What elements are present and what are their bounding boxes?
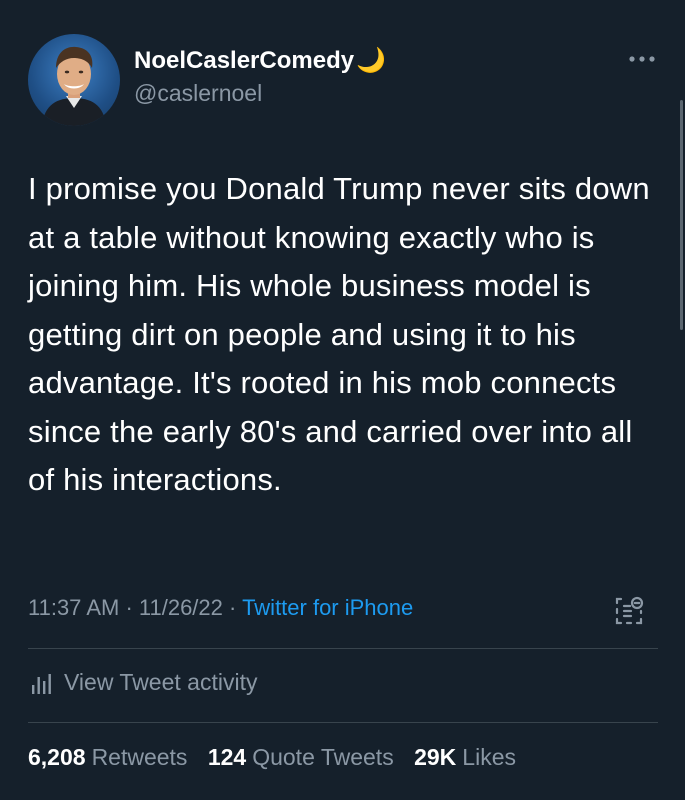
meta-separator: · <box>119 595 139 620</box>
tweet-source-link[interactable]: Twitter for iPhone <box>242 595 413 620</box>
tweet-metadata: 11:37 AM · 11/26/22 · Twitter for iPhone <box>28 595 413 621</box>
view-tweet-activity-label: View Tweet activity <box>64 669 258 695</box>
tweet-text: I promise you Donald Trump never sits do… <box>28 171 650 497</box>
meta-separator: · <box>222 595 243 620</box>
view-tweet-activity-link[interactable]: View Tweet activity <box>30 669 257 696</box>
retweets-count: 6,208 <box>28 744 86 770</box>
retweets-stat[interactable]: 6,208 Retweets <box>28 744 187 770</box>
likes-label: Likes <box>462 744 516 770</box>
likes-count: 29K <box>414 744 457 770</box>
crescent-moon-icon: 🌙 <box>356 47 386 74</box>
scrollbar[interactable] <box>680 100 683 330</box>
display-name[interactable]: NoelCaslerComedy🌙 <box>134 46 386 75</box>
analytics-icon <box>30 671 54 695</box>
quote-tweets-label: Quote Tweets <box>252 744 394 770</box>
display-name-text: NoelCaslerComedy <box>134 47 355 74</box>
screenshot-capture-icon[interactable] <box>612 593 646 631</box>
retweets-label: Retweets <box>91 744 188 770</box>
likes-stat[interactable]: 29K Likes <box>414 744 516 770</box>
more-options-icon[interactable] <box>624 44 660 74</box>
divider <box>28 722 658 723</box>
quote-tweets-stat[interactable]: 124 Quote Tweets <box>208 744 394 770</box>
tweet-date[interactable]: 11/26/22 <box>139 595 223 620</box>
tweet-time[interactable]: 11:37 AM <box>28 595 119 620</box>
quote-tweets-count: 124 <box>207 744 247 770</box>
divider <box>28 648 658 649</box>
tweet-stats: 6,208 Retweets 124 Quote Tweets 29K Likes <box>28 744 530 771</box>
user-handle[interactable]: @caslernoel <box>134 80 262 107</box>
avatar[interactable] <box>28 34 120 126</box>
